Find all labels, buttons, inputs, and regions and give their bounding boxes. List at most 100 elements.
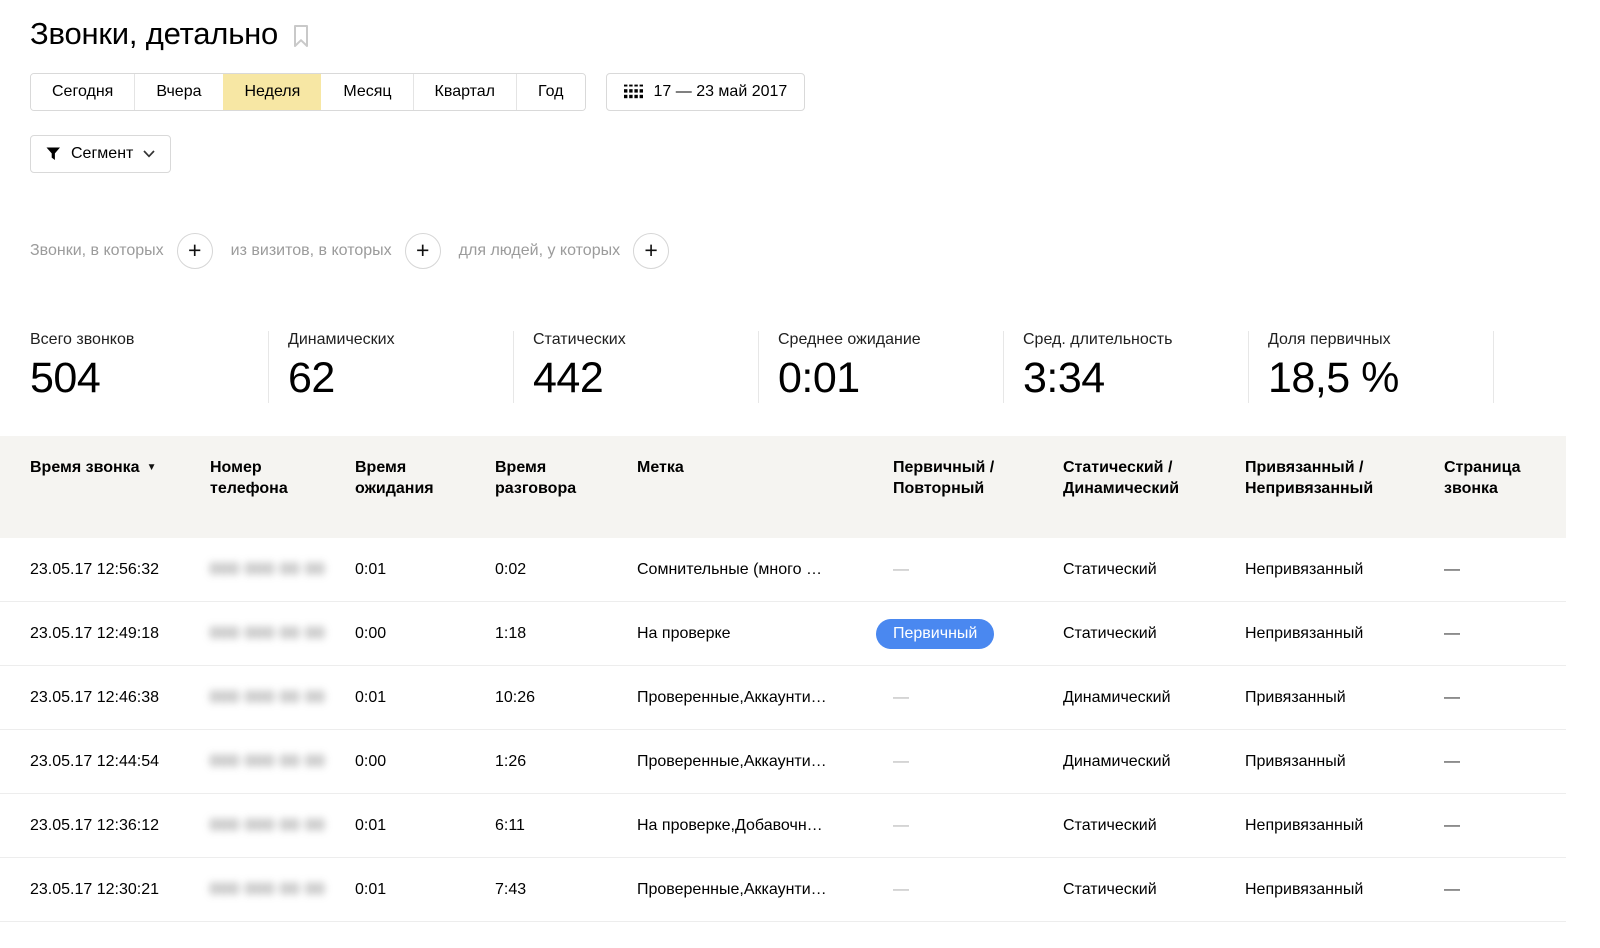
tab-quarter[interactable]: Квартал (413, 74, 516, 110)
page-title: Звонки, детально (30, 16, 278, 52)
plus-icon: + (188, 239, 201, 262)
column-header-page[interactable]: Страница звонка (1444, 457, 1566, 538)
bookmark-icon[interactable] (292, 24, 310, 48)
filter-people-label: для людей, у которых (459, 242, 620, 260)
column-header-phone[interactable]: Номер телефона (210, 457, 355, 538)
funnel-icon (46, 147, 61, 161)
column-header-label[interactable]: Метка (637, 457, 893, 538)
column-header-talk-time[interactable]: Время разговора (495, 457, 637, 538)
call-page: — (1444, 625, 1460, 642)
stat-value: 3:34 (1023, 354, 1234, 403)
call-page: — (1444, 753, 1460, 770)
stat-label: Среднее ожидание (778, 331, 989, 349)
table-row: 23.05.17 12:44:54 000 000 00 00 0:00 1:2… (0, 730, 1566, 794)
phone-number-redacted: 000 000 00 00 (210, 625, 325, 642)
phone-number-redacted: 000 000 00 00 (210, 689, 325, 706)
wait-time: 0:01 (355, 817, 495, 835)
column-header-primary[interactable]: Первичный / Повторный (893, 457, 1063, 538)
stat-label: Сред. длительность (1023, 331, 1234, 349)
talk-time: 1:26 (495, 753, 637, 771)
add-call-filter-button[interactable]: + (177, 233, 213, 269)
calls-table: Время звонка▼ Номер телефона Время ожида… (0, 436, 1566, 922)
filter-builder-row: Звонки, в которых + из визитов, в которы… (30, 233, 1600, 269)
period-tab-group: Сегодня Вчера Неделя Месяц Квартал Год (30, 73, 586, 111)
static-dynamic: Статический (1063, 625, 1245, 643)
table-row: 23.05.17 12:56:32 000 000 00 00 0:01 0:0… (0, 538, 1566, 602)
stat-label: Динамических (288, 331, 499, 349)
table-row: 23.05.17 12:36:12 000 000 00 00 0:01 6:1… (0, 794, 1566, 858)
call-page: — (1444, 561, 1460, 578)
stat-label: Статических (533, 331, 744, 349)
call-label: На проверке (637, 625, 893, 643)
stat-dynamic: Динамических 62 (268, 331, 513, 403)
tab-month[interactable]: Месяц (321, 74, 412, 110)
stat-value: 0:01 (778, 354, 989, 403)
table-header: Время звонка▼ Номер телефона Время ожида… (0, 436, 1566, 538)
call-label: Проверенные,Аккаунти… (637, 881, 893, 899)
talk-time: 1:18 (495, 625, 637, 643)
binding-status: Непривязанный (1245, 561, 1444, 579)
stat-first-time-share: Доля первичных 18,5 % (1248, 331, 1493, 403)
call-label: Проверенные,Аккаунти… (637, 753, 893, 771)
table-row: 23.05.17 12:30:21 000 000 00 00 0:01 7:4… (0, 858, 1566, 922)
binding-status: Непривязанный (1245, 625, 1444, 643)
stat-value: 18,5 % (1268, 354, 1479, 403)
calendar-grid-icon (624, 84, 643, 101)
sort-desc-icon[interactable]: ▼ (147, 462, 157, 473)
call-time: 23.05.17 12:44:54 (30, 753, 210, 771)
stat-value: 504 (30, 354, 254, 403)
phone-number-redacted: 000 000 00 00 (210, 817, 325, 834)
table-row: 23.05.17 12:46:38 000 000 00 00 0:01 10:… (0, 666, 1566, 730)
call-time: 23.05.17 12:36:12 (30, 817, 210, 835)
column-header-wait-time[interactable]: Время ожидания (355, 457, 495, 538)
binding-status: Непривязанный (1245, 881, 1444, 899)
stat-value: 442 (533, 354, 744, 403)
static-dynamic: Динамический (1063, 689, 1245, 707)
tab-week[interactable]: Неделя (223, 74, 322, 110)
chevron-down-icon (143, 150, 155, 158)
stats-divider (1493, 331, 1494, 403)
primary-status: — (893, 753, 909, 770)
column-header-call-time[interactable]: Время звонка▼ (30, 457, 210, 538)
call-label: На проверке,Добавочн… (637, 817, 893, 835)
talk-time: 0:02 (495, 561, 637, 579)
call-time: 23.05.17 12:49:18 (30, 625, 210, 643)
call-page: — (1444, 881, 1460, 898)
add-people-filter-button[interactable]: + (633, 233, 669, 269)
plus-icon: + (416, 239, 429, 262)
binding-status: Непривязанный (1245, 817, 1444, 835)
primary-status: — (893, 561, 909, 578)
call-time: 23.05.17 12:56:32 (30, 561, 210, 579)
call-label: Проверенные,Аккаунти… (637, 689, 893, 707)
stat-label: Всего звонков (30, 331, 254, 349)
summary-stats: Всего звонков 504 Динамических 62 Статич… (30, 331, 1600, 403)
tab-year[interactable]: Год (516, 74, 584, 110)
tab-yesterday[interactable]: Вчера (134, 74, 222, 110)
static-dynamic: Динамический (1063, 753, 1245, 771)
wait-time: 0:01 (355, 689, 495, 707)
wait-time: 0:00 (355, 753, 495, 771)
primary-status: — (893, 689, 909, 706)
wait-time: 0:01 (355, 561, 495, 579)
date-range-button[interactable]: 17 — 23 май 2017 (606, 73, 806, 111)
primary-status: — (893, 817, 909, 834)
talk-time: 7:43 (495, 881, 637, 899)
column-header-type[interactable]: Статический / Динамический (1063, 457, 1245, 538)
primary-status: — (893, 881, 909, 898)
talk-time: 6:11 (495, 817, 637, 835)
call-page: — (1444, 689, 1460, 706)
call-time: 23.05.17 12:46:38 (30, 689, 210, 707)
call-label: Сомнительные (много … (637, 561, 893, 579)
add-visit-filter-button[interactable]: + (405, 233, 441, 269)
stat-value: 62 (288, 354, 499, 403)
wait-time: 0:01 (355, 881, 495, 899)
binding-status: Привязанный (1245, 753, 1444, 771)
tab-today[interactable]: Сегодня (31, 74, 134, 110)
table-row: 23.05.17 12:49:18 000 000 00 00 0:00 1:1… (0, 602, 1566, 666)
phone-number-redacted: 000 000 00 00 (210, 753, 325, 770)
segment-button[interactable]: Сегмент (30, 135, 171, 173)
segment-label: Сегмент (71, 145, 133, 163)
page-header: Звонки, детально (30, 0, 1600, 52)
stat-static: Статических 442 (513, 331, 758, 403)
column-header-binding[interactable]: Привязанный / Непривязанный (1245, 457, 1444, 538)
